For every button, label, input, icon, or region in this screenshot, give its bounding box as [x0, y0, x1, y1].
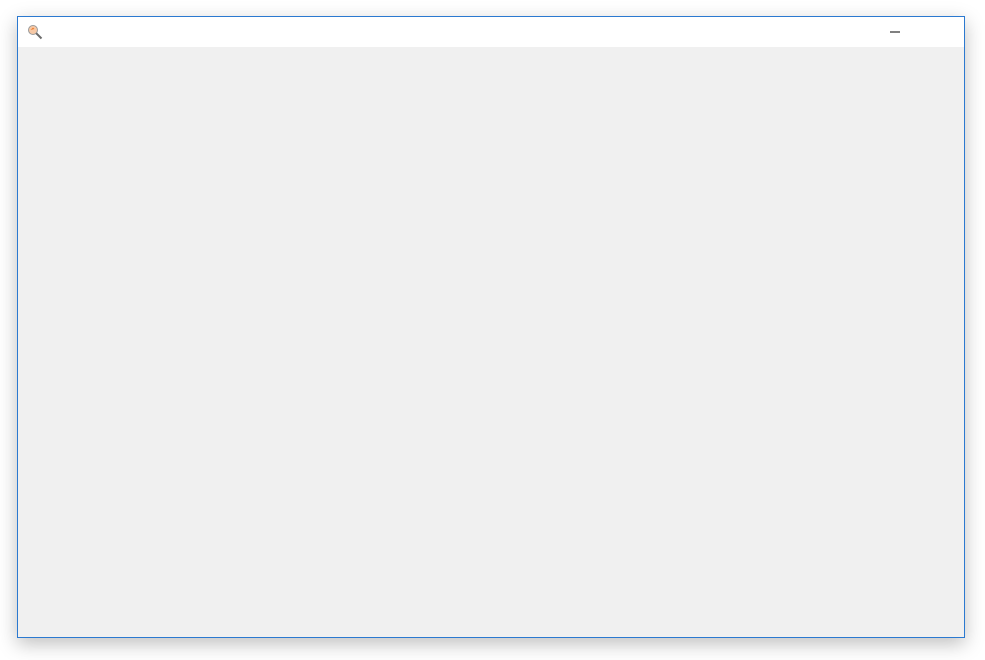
title-bar — [18, 17, 964, 47]
app-window — [17, 16, 965, 638]
app-magnifier-icon — [28, 25, 43, 40]
